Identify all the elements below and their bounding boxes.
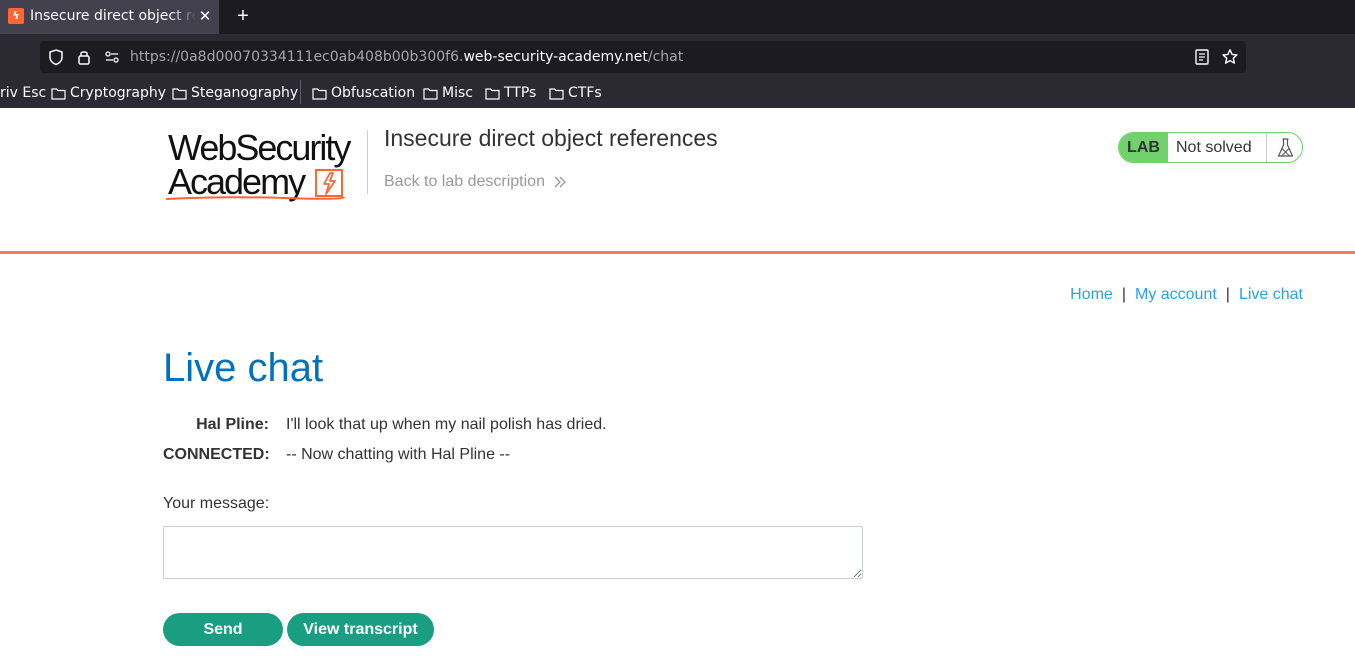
bookmark-obfuscation[interactable]: Obfuscation <box>312 83 415 103</box>
chat-author: Hal Pline: <box>196 416 269 433</box>
nav-separator: | <box>1225 286 1230 303</box>
flask-icon <box>1277 138 1294 157</box>
nav-my-account-link[interactable]: My account <box>1135 286 1217 303</box>
header-rule <box>0 251 1355 254</box>
back-link-label: Back to lab description <box>384 173 545 190</box>
chat-text: -- Now chatting with Hal Pline -- <box>286 446 511 463</box>
bookmark-star-icon[interactable] <box>1221 48 1239 66</box>
bookmark-priv-esc[interactable]: riv Esc <box>0 83 46 103</box>
tab-title: Insecure direct object references <box>30 8 196 24</box>
bookmark-label: Steganography <box>191 85 299 101</box>
new-tab-button[interactable]: + <box>232 4 254 28</box>
bookmark-ttps[interactable]: TTPs <box>485 83 536 103</box>
folder-icon <box>51 87 66 100</box>
send-button[interactable]: Send <box>163 613 283 646</box>
url-path: /chat <box>647 49 684 65</box>
lab-flask-button[interactable] <box>1266 133 1302 162</box>
double-chevron-right-icon <box>554 176 566 188</box>
bookmark-misc[interactable]: Misc <box>423 83 473 103</box>
lock-icon[interactable] <box>75 48 93 66</box>
lab-title: Insecure direct object references <box>384 125 718 151</box>
web-security-academy-logo[interactable]: WebSecurity Academy <box>164 128 364 202</box>
lab-status-text: Not solved <box>1176 139 1252 156</box>
top-navigation: Home | My account | Live chat <box>1070 285 1303 304</box>
header-divider <box>367 130 368 194</box>
close-icon[interactable]: ✕ <box>197 6 213 26</box>
permissions-icon[interactable] <box>103 48 121 66</box>
folder-icon <box>172 87 187 100</box>
nav-home-link[interactable]: Home <box>1070 286 1113 303</box>
bookmark-cryptography[interactable]: Cryptography <box>51 83 166 103</box>
browser-tab-active[interactable]: ϟ Insecure direct object references ✕ <box>0 0 219 34</box>
chat-author: CONNECTED: <box>163 446 270 463</box>
bookmark-label: Cryptography <box>70 85 167 101</box>
bookmark-separator <box>300 80 301 104</box>
url-prefix: https://0a8d00070334111ec0ab408b00b300f6… <box>130 49 464 65</box>
nav-live-chat-link[interactable]: Live chat <box>1239 286 1303 303</box>
bookmark-ctfs[interactable]: CTFs <box>549 83 602 103</box>
bookmark-label: TTPs <box>504 85 537 101</box>
message-label: Your message: <box>163 495 270 512</box>
shield-icon[interactable] <box>47 48 65 66</box>
reader-view-icon[interactable] <box>1193 48 1211 66</box>
url-host: web-security-academy.net <box>463 49 648 65</box>
view-transcript-button[interactable]: View transcript <box>287 613 434 646</box>
bookmark-label: Obfuscation <box>331 85 416 101</box>
site-favicon-icon: ϟ <box>8 8 24 24</box>
bookmark-label: riv Esc <box>0 85 47 101</box>
bookmark-label: CTFs <box>568 85 602 101</box>
folder-icon <box>485 87 500 100</box>
nav-separator: | <box>1121 286 1126 303</box>
bookmark-label: Misc <box>442 85 473 101</box>
bookmark-steganography[interactable]: Steganography <box>172 83 298 103</box>
lab-tag: LAB <box>1119 133 1168 162</box>
folder-icon <box>423 87 438 100</box>
back-to-lab-description-link[interactable]: Back to lab description <box>384 173 567 191</box>
message-input[interactable] <box>163 526 863 579</box>
page-title: Live chat <box>163 346 324 390</box>
folder-icon <box>549 87 564 100</box>
chat-text: I'll look that up when my nail polish ha… <box>286 416 607 433</box>
folder-icon <box>312 87 327 100</box>
lab-status-badge: LAB Not solved <box>1118 132 1303 163</box>
url-text[interactable]: https://0a8d00070334111ec0ab408b00b300f6… <box>130 48 683 66</box>
logo-underline-icon <box>165 196 345 200</box>
